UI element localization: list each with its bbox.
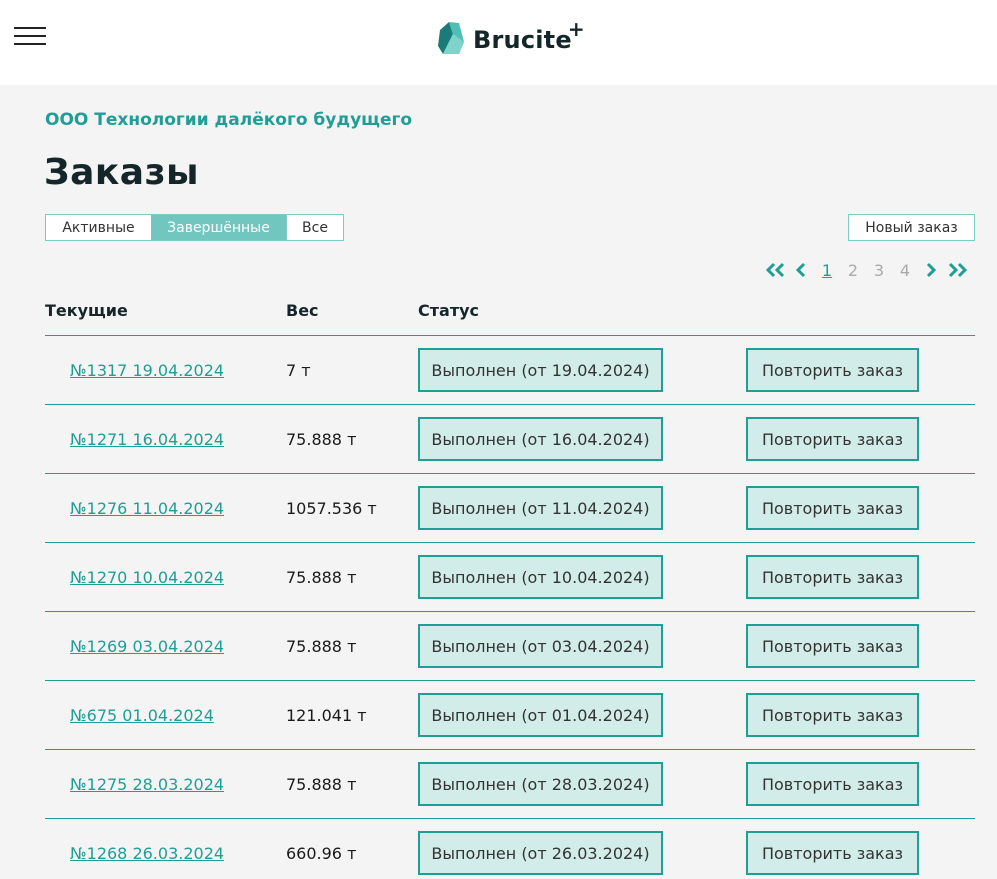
brand-name: Brucite + — [473, 17, 585, 54]
order-link[interactable]: №1270 10.04.2024 — [70, 568, 224, 587]
order-link[interactable]: №1269 03.04.2024 — [70, 637, 224, 656]
table-row: №1270 10.04.2024 75.888 т Выполнен (от 1… — [45, 543, 975, 612]
double-chevron-left-icon[interactable] — [762, 262, 788, 278]
repeat-order-button[interactable]: Повторить заказ — [746, 762, 919, 806]
page-title: Заказы — [44, 152, 200, 193]
order-link[interactable]: №1271 16.04.2024 — [70, 430, 224, 449]
brand-logo[interactable]: Brucite + — [437, 17, 585, 58]
order-weight: 7 т — [286, 361, 311, 380]
order-status-button[interactable]: Выполнен (от 16.04.2024) — [418, 417, 663, 461]
order-status-button[interactable]: Выполнен (от 01.04.2024) — [418, 693, 663, 737]
company-name: ООО Технологии далёкого будущего — [45, 110, 413, 130]
repeat-order-button[interactable]: Повторить заказ — [746, 693, 919, 737]
table-row: №1275 28.03.2024 75.888 т Выполнен (от 2… — [45, 750, 975, 819]
chevron-right-icon[interactable] — [918, 262, 944, 278]
order-link[interactable]: №1317 19.04.2024 — [70, 361, 224, 380]
top-header: Brucite + — [0, 0, 997, 85]
order-weight: 121.041 т — [286, 706, 367, 725]
page-4[interactable]: 4 — [892, 261, 918, 280]
order-status-button[interactable]: Выполнен (от 26.03.2024) — [418, 831, 663, 875]
double-chevron-right-icon[interactable] — [944, 262, 972, 278]
chevron-left-icon[interactable] — [788, 262, 814, 278]
table-row: №1269 03.04.2024 75.888 т Выполнен (от 0… — [45, 612, 975, 681]
column-header-status: Статус — [418, 301, 479, 320]
table-row: №1268 26.03.2024 660.96 т Выполнен (от 2… — [45, 819, 975, 879]
order-link[interactable]: №1268 26.03.2024 — [70, 844, 224, 863]
hamburger-menu-icon[interactable] — [14, 27, 46, 47]
column-header-weight: Вес — [286, 301, 319, 320]
order-link[interactable]: №1276 11.04.2024 — [70, 499, 224, 518]
order-status-button[interactable]: Выполнен (от 28.03.2024) — [418, 762, 663, 806]
order-status-button[interactable]: Выполнен (от 03.04.2024) — [418, 624, 663, 668]
repeat-order-button[interactable]: Повторить заказ — [746, 417, 919, 461]
tab-all[interactable]: Все — [286, 215, 343, 240]
table-row: №675 01.04.2024 121.041 т Выполнен (от 0… — [45, 681, 975, 750]
table-row: №1317 19.04.2024 7 т Выполнен (от 19.04.… — [45, 336, 975, 405]
order-weight: 75.888 т — [286, 430, 357, 449]
table-row: №1271 16.04.2024 75.888 т Выполнен (от 1… — [45, 405, 975, 474]
menu-line — [14, 27, 46, 29]
page-1[interactable]: 1 — [814, 261, 840, 280]
brand-name-text: Brucite — [473, 26, 572, 54]
crystal-logo-icon — [438, 22, 464, 54]
repeat-order-button[interactable]: Повторить заказ — [746, 486, 919, 530]
tab-completed[interactable]: Завершённые — [151, 215, 286, 240]
order-weight: 75.888 т — [286, 568, 357, 587]
brand-plus: + — [567, 17, 585, 41]
order-weight: 75.888 т — [286, 637, 357, 656]
repeat-order-button[interactable]: Повторить заказ — [746, 831, 919, 875]
table-row: №1276 11.04.2024 1057.536 т Выполнен (от… — [45, 474, 975, 543]
order-link[interactable]: №675 01.04.2024 — [70, 706, 214, 725]
order-status-button[interactable]: Выполнен (от 19.04.2024) — [418, 348, 663, 392]
new-order-button[interactable]: Новый заказ — [848, 214, 975, 241]
pagination: 1 2 3 4 — [762, 258, 972, 282]
column-header-current: Текущие — [45, 301, 128, 320]
repeat-order-button[interactable]: Повторить заказ — [746, 624, 919, 668]
order-status-button[interactable]: Выполнен (от 11.04.2024) — [418, 486, 663, 530]
order-weight: 75.888 т — [286, 775, 357, 794]
menu-line — [14, 35, 46, 37]
order-weight: 1057.536 т — [286, 499, 377, 518]
page-2[interactable]: 2 — [840, 261, 866, 280]
order-link[interactable]: №1275 28.03.2024 — [70, 775, 224, 794]
repeat-order-button[interactable]: Повторить заказ — [746, 348, 919, 392]
menu-line — [14, 43, 46, 45]
repeat-order-button[interactable]: Повторить заказ — [746, 555, 919, 599]
page-3[interactable]: 3 — [866, 261, 892, 280]
tab-active[interactable]: Активные — [46, 215, 151, 240]
order-filter-tabs: Активные Завершённые Все — [45, 214, 344, 241]
order-status-button[interactable]: Выполнен (от 10.04.2024) — [418, 555, 663, 599]
order-weight: 660.96 т — [286, 844, 357, 863]
